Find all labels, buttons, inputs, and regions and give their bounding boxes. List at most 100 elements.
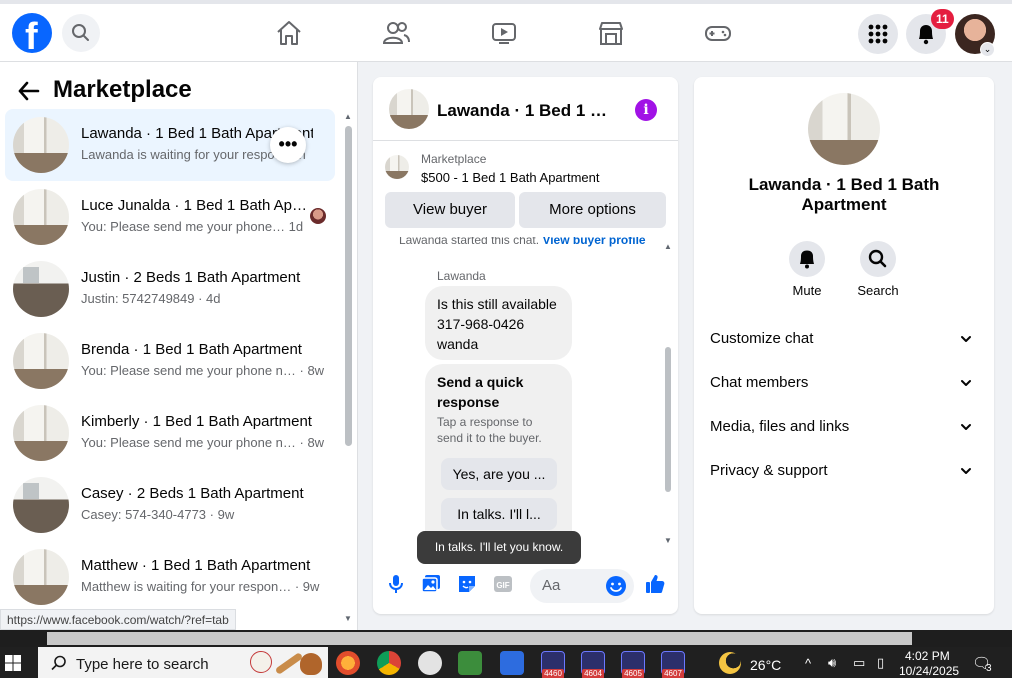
section-privacy-support[interactable]: Privacy & support xyxy=(710,453,978,489)
chat-started-notice: Lawanda started this chat. View buyer pr… xyxy=(399,237,646,247)
chat-item-name: Justin · 2 Beds 1 Bath Apartment xyxy=(81,269,301,286)
section-label: Privacy & support xyxy=(710,462,828,479)
chat-item-justin[interactable]: Justin · 2 Beds 1 Bath Apartment Justin:… xyxy=(5,253,335,325)
chat-item-matthew[interactable]: Matthew · 1 Bed 1 Bath Apartment Matthew… xyxy=(5,541,335,613)
temperature[interactable]: 26°C xyxy=(750,657,781,673)
search-icon xyxy=(51,655,66,671)
baseball-decoration-icon xyxy=(250,651,272,673)
volume-icon[interactable]: 🔊︎ xyxy=(828,655,836,671)
mute-button[interactable] xyxy=(789,241,825,277)
chat-title[interactable]: Lawanda · 1 Bed 1 Bath Apartment xyxy=(437,101,617,121)
notification-center-count: 3 xyxy=(986,663,992,674)
listing-summary: Marketplace $500 - 1 Bed 1 Bath Apartmen… xyxy=(373,141,678,237)
taskbar-badge: 4605 xyxy=(622,669,644,678)
quick-reply-button-1[interactable]: Yes, are you ... xyxy=(441,458,557,490)
more-options-button[interactable]: More options xyxy=(519,192,666,228)
scrollbar-thumb[interactable] xyxy=(345,126,352,446)
chat-started-text: Lawanda started this chat. xyxy=(399,237,540,247)
message-bubble: Is this still available 317-968-0426 wan… xyxy=(425,286,572,360)
listing-thumbnail xyxy=(385,155,409,179)
gif-icon[interactable]: GIF xyxy=(492,573,514,595)
friends-icon[interactable] xyxy=(381,18,411,48)
more-options-button[interactable]: ••• xyxy=(270,127,306,163)
sidebar-scrollbar[interactable]: ▲ ▼ xyxy=(343,112,353,624)
scrollbar-thumb[interactable] xyxy=(47,632,912,645)
taskbar-search-placeholder: Type here to search xyxy=(76,656,209,673)
chevron-down-icon[interactable]: ⌄ xyxy=(980,42,995,57)
quick-reply-button-2[interactable]: In talks. I'll l... xyxy=(441,498,557,530)
emoji-icon[interactable] xyxy=(605,575,627,597)
listing-price[interactable]: $500 - 1 Bed 1 Bath Apartment xyxy=(421,170,600,185)
search-action[interactable]: Search xyxy=(848,241,908,298)
taskbar-search-box[interactable]: Type here to search xyxy=(38,647,328,678)
chat-item-luce[interactable]: Luce Junalda · 1 Bed 1 Bath Ap… You: Ple… xyxy=(5,181,335,253)
windows-start-icon[interactable] xyxy=(4,654,22,672)
section-label: Chat members xyxy=(710,374,809,391)
shield-app-icon[interactable] xyxy=(500,651,524,675)
home-icon[interactable] xyxy=(274,18,304,48)
chat-item-kimberly[interactable]: Kimberly · 1 Bed 1 Bath Apartment You: P… xyxy=(5,397,335,469)
search-button[interactable] xyxy=(860,241,896,277)
quick-response-card: Send a quick response Tap a response to … xyxy=(425,364,572,551)
listing-thumbnail xyxy=(13,549,69,605)
section-label: Customize chat xyxy=(710,330,814,347)
microphone-icon[interactable] xyxy=(385,573,407,595)
listing-avatar[interactable] xyxy=(808,93,880,165)
scroll-down-arrow-icon[interactable]: ▼ xyxy=(664,536,672,545)
link-status-bar: https://www.facebook.com/watch/?ref=tab xyxy=(0,609,236,630)
view-buyer-button[interactable]: View buyer xyxy=(385,192,515,228)
grid-menu-icon xyxy=(868,24,888,44)
menu-button[interactable] xyxy=(858,14,898,54)
chevron-up-icon[interactable]: ^ xyxy=(805,656,811,671)
chat-item-name: Luce Junalda · 1 Bed 1 Bath Ap… xyxy=(81,197,307,214)
facebook-logo-letter: f xyxy=(25,16,38,58)
scroll-up-arrow-icon[interactable]: ▲ xyxy=(344,112,352,121)
weather-moon-icon[interactable] xyxy=(719,652,741,674)
chat-scrollbar[interactable]: ▲ ▼ xyxy=(663,242,673,546)
firefox-icon[interactable] xyxy=(336,651,360,675)
app-icon[interactable] xyxy=(418,651,442,675)
windows-taskbar: Type here to search 4460 4604 4605 4607 … xyxy=(0,647,1012,678)
scroll-up-arrow-icon[interactable]: ▲ xyxy=(664,242,672,251)
scroll-down-arrow-icon[interactable]: ▼ xyxy=(344,614,352,623)
chat-header: Lawanda · 1 Bed 1 Bath Apartment i xyxy=(373,77,678,141)
back-arrow-icon[interactable] xyxy=(16,78,42,104)
mute-label: Mute xyxy=(792,283,822,298)
gaming-icon[interactable] xyxy=(703,18,733,48)
clock-date[interactable]: 10/24/2025 xyxy=(899,664,959,678)
chat-item-preview: You: Please send me your phone n… · 8w xyxy=(81,363,325,378)
like-thumbs-up-icon[interactable] xyxy=(644,573,666,595)
section-media-files-links[interactable]: Media, files and links xyxy=(710,409,978,445)
sticker-icon[interactable] xyxy=(456,573,478,595)
info-icon[interactable]: i xyxy=(635,99,657,121)
marketplace-sidebar: Marketplace Lawanda · 1 Bed 1 Bath Apart… xyxy=(0,62,358,630)
listing-thumbnail xyxy=(13,117,69,173)
message-composer: GIF Aa xyxy=(373,563,678,607)
mute-action[interactable]: Mute xyxy=(777,241,837,298)
scrollbar-thumb[interactable] xyxy=(665,347,671,492)
listing-thumbnail xyxy=(13,261,69,317)
section-chat-members[interactable]: Chat members xyxy=(710,365,978,401)
horizontal-scrollbar[interactable] xyxy=(0,630,1012,647)
view-buyer-profile-link[interactable]: View buyer profile xyxy=(542,237,645,247)
quick-reply-tooltip: In talks. I'll let you know. xyxy=(417,531,581,564)
search-icon xyxy=(72,24,89,41)
chat-item-lawanda[interactable]: Lawanda · 1 Bed 1 Bath Apartment Lawanda… xyxy=(5,109,335,181)
chat-item-casey[interactable]: Casey · 2 Beds 1 Bath Apartment Casey: 5… xyxy=(5,469,335,541)
photo-icon[interactable] xyxy=(420,573,442,595)
video-icon[interactable] xyxy=(489,18,519,48)
section-customize-chat[interactable]: Customize chat xyxy=(710,321,978,357)
bell-icon xyxy=(800,250,814,269)
conversation-info-panel: Lawanda · 1 Bed 1 Bath Apartment Mute Se… xyxy=(694,77,994,614)
facebook-logo[interactable]: f xyxy=(12,13,52,58)
chat-header-thumbnail[interactable] xyxy=(389,89,429,129)
notification-badge: 11 xyxy=(931,9,954,29)
clock-time[interactable]: 4:02 PM xyxy=(905,649,950,663)
marketplace-icon[interactable] xyxy=(596,18,626,48)
battery-icon[interactable]: ▯ xyxy=(877,655,884,671)
chat-item-brenda[interactable]: Brenda · 1 Bed 1 Bath Apartment You: Ple… xyxy=(5,325,335,397)
spreadsheet-icon[interactable] xyxy=(458,651,482,675)
network-icon[interactable]: ▭ xyxy=(853,655,865,671)
chrome-icon[interactable] xyxy=(377,651,401,675)
search-button[interactable] xyxy=(62,14,100,52)
